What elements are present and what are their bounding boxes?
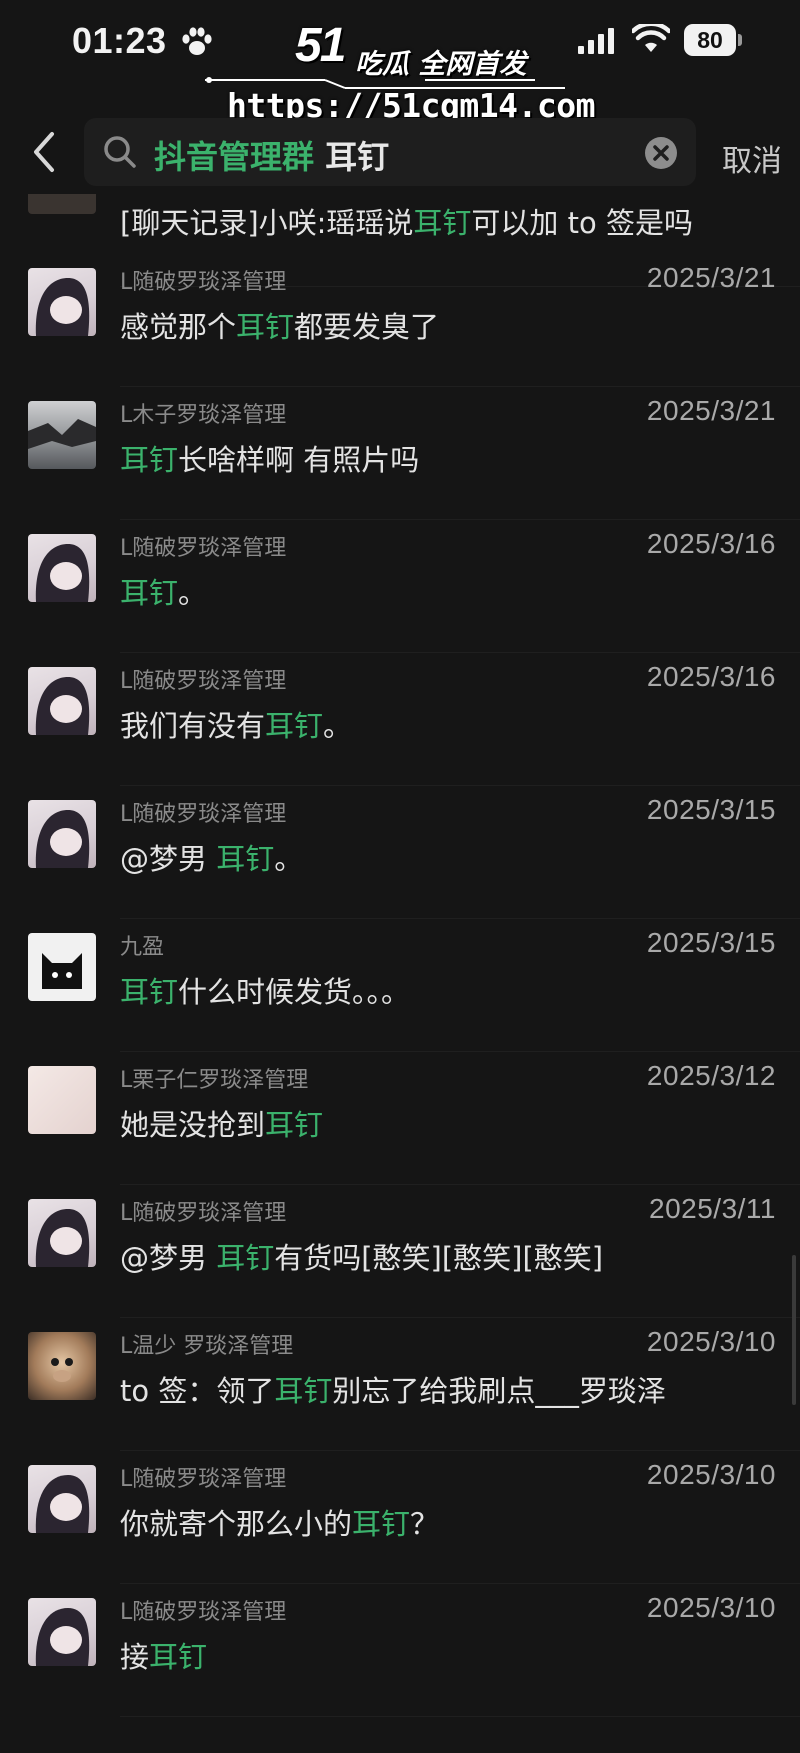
monkey-photo-avatar <box>28 1332 96 1400</box>
anime-girl-avatar <box>28 1465 96 1533</box>
message-date: 2025/3/10 <box>646 1459 776 1490</box>
message-date: 2025/3/21 <box>646 395 776 426</box>
search-results-list: [聊天记录]小咲:瑶瑶说耳钉可以加 to 签是吗 L随破罗琰泽管理 2025/3… <box>0 194 800 1753</box>
battery-tip <box>738 34 742 46</box>
message-date: 2025/3/15 <box>646 794 776 825</box>
search-query: 抖音管理群 耳钉 <box>154 132 389 178</box>
sender-name: L随破罗琰泽管理 <box>120 270 287 295</box>
anime-girl-avatar <box>28 667 96 735</box>
anime-girl-avatar <box>28 1199 96 1267</box>
result-item[interactable]: L随破罗琰泽管理 2025/3/10 你就寄个那么小的耳钉？ <box>0 1451 800 1584</box>
result-item[interactable]: L随破罗琰泽管理 2025/3/15 @梦男 耳钉。 <box>0 786 800 919</box>
message-text: [聊天记录]小咲:瑶瑶说耳钉可以加 to 签是吗 <box>120 206 693 240</box>
sender-name: L随破罗琰泽管理 <box>120 1600 287 1625</box>
anime-girl-avatar <box>28 800 96 868</box>
message-text: to 签：领了耳钉别忘了给我刷点___罗琰泽 <box>120 1374 666 1408</box>
message-text: 接耳钉 <box>120 1640 208 1674</box>
sender-name: L温少 罗琰泽管理 <box>120 1334 294 1359</box>
anime-girl-avatar <box>28 268 96 336</box>
result-item[interactable]: L随破罗琰泽管理 2025/3/16 我们有没有耳钉。 <box>0 653 800 786</box>
result-item[interactable]: L随破罗琰泽管理 2025/3/16 耳钉。 <box>0 520 800 653</box>
message-date: 2025/3/10 <box>646 1592 776 1623</box>
search-term: 耳钉 <box>325 138 390 176</box>
message-date: 2025/3/16 <box>646 528 776 559</box>
search-group-tag: 抖音管理群 <box>154 138 315 176</box>
sender-name: L随破罗琰泽管理 <box>120 536 287 561</box>
message-date: 2025/3/15 <box>646 927 776 958</box>
message-text: 感觉那个耳钉都要发臭了 <box>120 310 440 344</box>
result-item[interactable]: 九盈 2025/3/15 耳钉什么时候发货。。。 <box>0 919 800 1052</box>
message-date: 2025/3/10 <box>646 1326 776 1357</box>
sender-name: L随破罗琰泽管理 <box>120 1467 287 1492</box>
wifi-icon <box>632 24 670 52</box>
message-text: @梦男 耳钉。 <box>120 842 304 876</box>
tree-photo-avatar <box>28 401 96 469</box>
sender-name: 九盈 <box>120 935 165 960</box>
message-text: 耳钉。 <box>120 576 208 610</box>
sender-name: L栗子仁罗琰泽管理 <box>120 1068 309 1093</box>
signal-icon <box>578 28 614 54</box>
message-text: 耳钉长啥样啊 有照片吗 <box>120 443 420 477</box>
result-item[interactable]: L温少 罗琰泽管理 2025/3/10 to 签：领了耳钉别忘了给我刷点___罗… <box>0 1318 800 1451</box>
clear-icon[interactable] <box>644 136 678 170</box>
battery-indicator: 80 <box>684 24 736 56</box>
divider <box>120 1716 800 1717</box>
message-text: @梦男 耳钉有货吗[憨笑][憨笑][憨笑] <box>120 1241 604 1275</box>
result-item[interactable]: L栗子仁罗琰泽管理 2025/3/12 她是没抢到耳钉 <box>0 1052 800 1185</box>
avatar <box>28 194 96 214</box>
sender-name: L随破罗琰泽管理 <box>120 669 287 694</box>
message-text: 我们有没有耳钉。 <box>120 709 353 743</box>
anime-girl-avatar <box>28 534 96 602</box>
result-item[interactable]: L随破罗琰泽管理 2025/3/21 感觉那个耳钉都要发臭了 <box>0 254 800 387</box>
cancel-button[interactable]: 取消 <box>722 136 782 180</box>
anime-girl-avatar <box>28 1598 96 1666</box>
message-date: 2025/3/21 <box>646 262 776 293</box>
search-input[interactable]: 抖音管理群 耳钉 <box>84 118 696 186</box>
black-cat-avatar <box>28 933 96 1001</box>
search-bar-row: 抖音管理群 耳钉 取消 <box>0 110 800 194</box>
result-item[interactable]: L木子罗琰泽管理 2025/3/21 耳钉长啥样啊 有照片吗 <box>0 387 800 520</box>
result-item[interactable]: L随破罗琰泽管理 2025/3/10 接耳钉 <box>0 1584 800 1717</box>
back-icon[interactable] <box>28 130 60 174</box>
message-date: 2025/3/12 <box>646 1060 776 1091</box>
status-time: 01:23 <box>72 20 167 61</box>
scrollbar[interactable] <box>792 1255 796 1405</box>
message-text: 你就寄个那么小的耳钉？ <box>120 1507 440 1541</box>
message-text: 耳钉什么时候发货。。。 <box>120 975 411 1009</box>
sender-name: L随破罗琰泽管理 <box>120 1201 287 1226</box>
message-text: 她是没抢到耳钉 <box>120 1108 324 1142</box>
message-date: 2025/3/16 <box>646 661 776 692</box>
result-item[interactable]: L随破罗琰泽管理 2025/3/11 @梦男 耳钉有货吗[憨笑][憨笑][憨笑] <box>0 1185 800 1318</box>
sender-name: L随破罗琰泽管理 <box>120 802 287 827</box>
watermark-logo: 51 <box>295 19 346 72</box>
message-date: 2025/3/11 <box>649 1193 776 1224</box>
blank-pink-avatar <box>28 1066 96 1134</box>
search-icon <box>104 136 136 168</box>
sender-name: L木子罗琰泽管理 <box>120 403 287 428</box>
